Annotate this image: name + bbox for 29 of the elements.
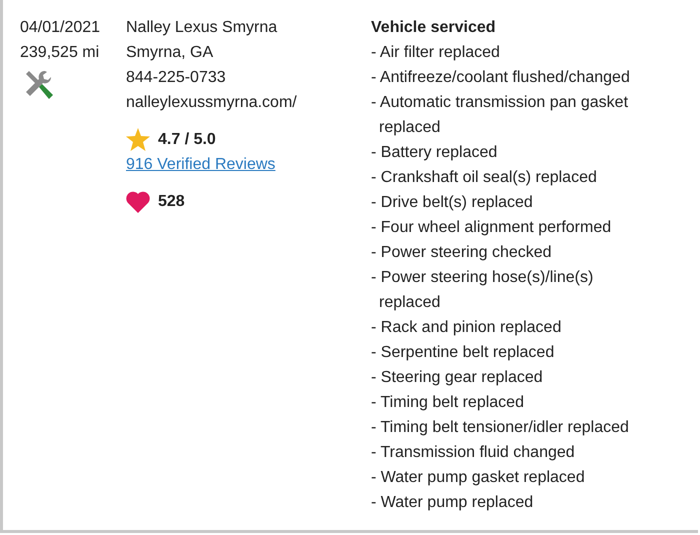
service-item: - Crankshaft oil seal(s) replaced xyxy=(371,168,598,188)
service-item: - Serpentine belt replaced xyxy=(371,343,556,363)
service-date: 04/01/2021 xyxy=(20,18,100,38)
service-item: - Timing belt replaced xyxy=(371,393,525,413)
service-item: - Antifreeze/coolant flushed/changed xyxy=(371,68,631,88)
service-item: - Power steering checked xyxy=(371,243,553,263)
service-item: - Automatic transmission pan gasket replaced xyxy=(371,93,630,138)
service-item: - Drive belt(s) replaced xyxy=(371,193,534,213)
service-item: - Transmission fluid changed xyxy=(371,443,576,463)
service-item: - Timing belt tensioner/idler replaced xyxy=(371,418,630,438)
service-item: - Water pump gasket replaced xyxy=(371,468,586,488)
service-item: - Water pump replaced xyxy=(371,493,534,513)
reviews-link[interactable]: 916 Verified Reviews xyxy=(126,152,276,177)
favorites-count: 528 xyxy=(158,192,185,212)
service-item: - Battery replaced xyxy=(371,143,498,163)
service-item: - Air filter replaced xyxy=(371,43,501,63)
service-item: - Four wheel alignment performed xyxy=(371,218,612,238)
shop-phone: 844-225-0733 xyxy=(126,68,226,88)
service-item: - Rack and pinion replaced xyxy=(371,318,562,338)
service-item: - Steering gear replaced xyxy=(371,368,544,388)
rating: 4.7 / 5.0 xyxy=(158,130,216,150)
shop-location: Smyrna, GA xyxy=(126,43,214,63)
heart-icon xyxy=(126,190,150,212)
mileage: 239,525 mi xyxy=(20,43,100,63)
shop-name: Nalley Lexus Smyrna xyxy=(126,18,278,38)
services-heading: Vehicle serviced xyxy=(371,18,496,38)
shop-website: nalleylexussmyrna.com/ xyxy=(126,93,297,113)
star-icon xyxy=(126,128,150,151)
service-item: - Power steering hose(s)/line(s) replaced xyxy=(371,268,594,313)
